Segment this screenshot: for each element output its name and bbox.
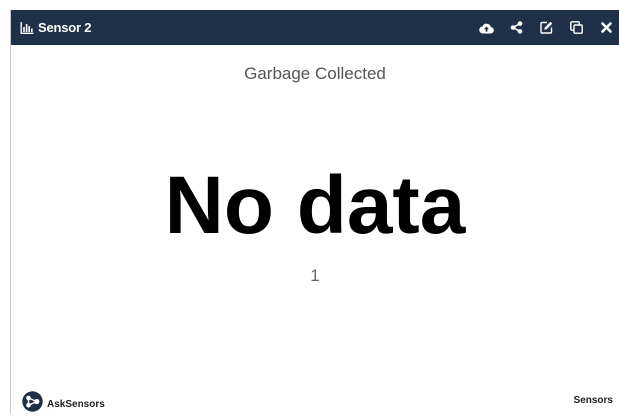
widget-header: Sensor 2 [11,10,619,45]
share-icon[interactable] [508,20,524,36]
widget-title: Sensor 2 [38,20,92,35]
brand-name: AskSensors [47,398,105,410]
brand[interactable]: AskSensors [22,391,105,417]
header-actions [464,20,614,36]
widget-title-group: Sensor 2 [20,20,92,35]
sensors-link[interactable]: Sensors [574,395,613,406]
close-icon[interactable] [598,20,614,36]
asksensors-logo-icon [22,391,43,417]
metric-sub-value: 1 [310,266,320,285]
cloud-upload-icon[interactable] [478,20,494,36]
bar-chart-icon [20,21,34,34]
edit-icon[interactable] [538,20,554,36]
metric-name: Garbage Collected [244,64,386,83]
metric-value: No data [164,160,466,251]
sensor-widget: Sensor 2 Garbage Collected No data 1 Ask… [10,10,619,414]
copy-icon[interactable] [568,20,584,36]
